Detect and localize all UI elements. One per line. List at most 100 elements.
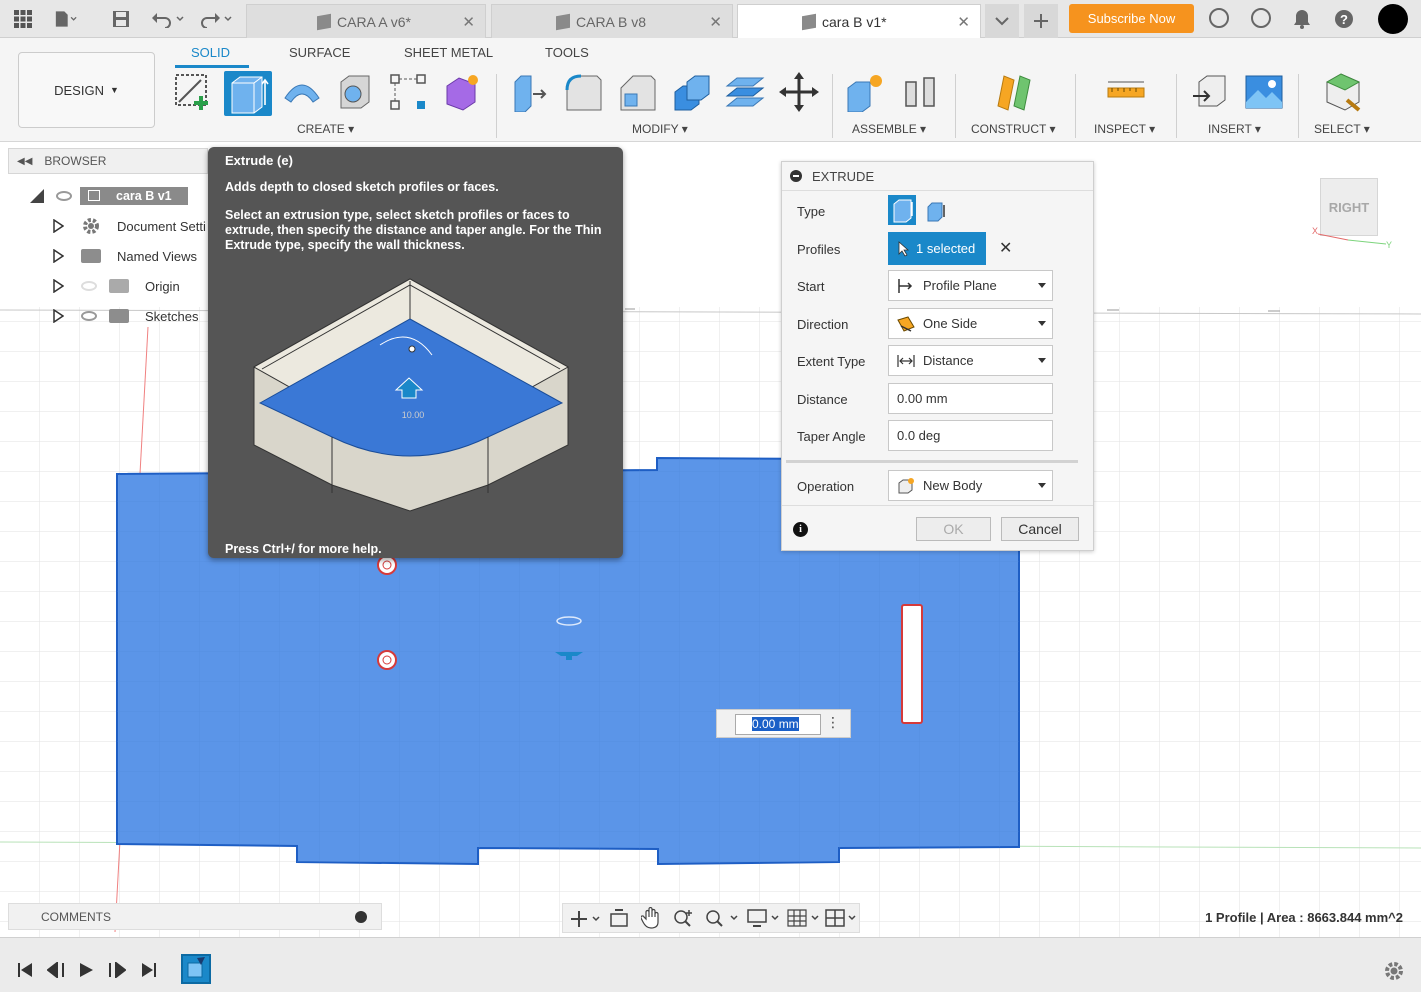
- type-solid-button[interactable]: [888, 195, 916, 225]
- play-icon[interactable]: [78, 962, 94, 978]
- inline-distance-input[interactable]: 0.00 mm: [735, 714, 821, 735]
- extrude-button[interactable]: [224, 71, 272, 116]
- close-icon[interactable]: ✕: [462, 13, 475, 31]
- collapse-dialog-icon[interactable]: [790, 170, 802, 182]
- browser-item-document-settings[interactable]: Document Setti: [53, 213, 208, 239]
- offset-face-icon[interactable]: [725, 72, 765, 112]
- browser-item-named-views[interactable]: Named Views: [53, 243, 208, 269]
- insert-image-icon[interactable]: [1244, 72, 1284, 112]
- tab-solid[interactable]: SOLID: [191, 45, 230, 60]
- combine-icon[interactable]: [671, 72, 711, 112]
- tab-surface[interactable]: SURFACE: [289, 45, 350, 60]
- collapse-icon[interactable]: ◀◀: [17, 156, 32, 167]
- pan-icon[interactable]: [641, 907, 661, 929]
- help-icon[interactable]: ?: [1333, 8, 1355, 30]
- create-form-icon[interactable]: [442, 72, 482, 112]
- operation-select[interactable]: New Body: [888, 470, 1053, 501]
- notifications-icon[interactable]: [1291, 8, 1313, 30]
- zoom-icon[interactable]: [673, 908, 695, 928]
- create-sketch-icon[interactable]: [173, 72, 213, 112]
- display-settings-icon[interactable]: [747, 908, 781, 928]
- document-tab-2[interactable]: CARA B v8 ✕: [491, 4, 733, 38]
- root-component[interactable]: cara B v1: [80, 187, 188, 205]
- workspace-switcher[interactable]: DESIGN ▼: [18, 52, 155, 128]
- browser-panel-header[interactable]: ◀◀ BROWSER: [8, 148, 208, 174]
- fillet-icon[interactable]: [563, 72, 603, 112]
- revolve-icon[interactable]: [282, 72, 322, 112]
- browser-root[interactable]: cara B v1: [30, 183, 208, 209]
- timeline-settings-gear-icon[interactable]: [1383, 960, 1405, 982]
- group-create[interactable]: CREATE ▾: [297, 122, 354, 136]
- file-icon[interactable]: [55, 8, 77, 30]
- start-select[interactable]: Profile Plane: [888, 270, 1053, 301]
- group-inspect[interactable]: INSPECT ▾: [1094, 122, 1155, 136]
- close-icon[interactable]: ✕: [957, 13, 970, 31]
- new-tab-icon[interactable]: [1024, 4, 1058, 38]
- expand-triangle-icon[interactable]: [53, 309, 64, 323]
- extent-type-select[interactable]: Distance: [888, 345, 1053, 376]
- tab-tools[interactable]: TOOLS: [545, 45, 589, 60]
- group-modify[interactable]: MODIFY ▾: [632, 122, 688, 136]
- undo-icon[interactable]: [150, 8, 188, 30]
- fit-icon[interactable]: [705, 908, 739, 928]
- avatar[interactable]: [1378, 4, 1408, 34]
- direction-select[interactable]: One Side: [888, 308, 1053, 339]
- cancel-button[interactable]: Cancel: [1001, 517, 1079, 541]
- subscribe-button[interactable]: Subscribe Now: [1069, 4, 1194, 33]
- extensions-icon[interactable]: [1209, 8, 1229, 28]
- new-component-icon[interactable]: [846, 72, 886, 112]
- distance-input[interactable]: 0.00 mm: [888, 383, 1053, 414]
- visibility-eye-icon[interactable]: [56, 191, 72, 201]
- expand-triangle-icon[interactable]: [53, 219, 64, 233]
- insert-derive-icon[interactable]: [1191, 72, 1231, 112]
- dialog-header[interactable]: EXTRUDE: [782, 162, 1093, 191]
- go-to-end-icon[interactable]: [141, 962, 157, 978]
- chamfer-icon[interactable]: [617, 72, 657, 112]
- look-at-icon[interactable]: [609, 908, 629, 928]
- tab-sheet-metal[interactable]: SHEET METAL: [404, 45, 493, 60]
- app-grid-icon[interactable]: [12, 8, 34, 30]
- taper-angle-input[interactable]: 0.0 deg: [888, 420, 1053, 451]
- move-icon[interactable]: [779, 72, 819, 112]
- step-forward-icon[interactable]: [108, 962, 126, 978]
- viewports-icon[interactable]: [825, 908, 859, 928]
- offset-plane-icon[interactable]: [994, 72, 1034, 112]
- expand-triangle-icon[interactable]: [53, 279, 64, 293]
- browser-item-origin[interactable]: Origin: [53, 273, 208, 299]
- group-select[interactable]: SELECT ▾: [1314, 122, 1370, 136]
- pattern-icon[interactable]: [388, 72, 428, 112]
- select-icon[interactable]: [1323, 72, 1363, 112]
- measure-icon[interactable]: [1106, 72, 1146, 112]
- orbit-icon[interactable]: [569, 909, 601, 929]
- thin-extrude-icon[interactable]: [924, 199, 948, 223]
- comments-panel[interactable]: COMMENTS: [8, 903, 382, 930]
- group-construct[interactable]: CONSTRUCT ▾: [971, 122, 1055, 136]
- visibility-eye-icon[interactable]: [81, 311, 97, 321]
- timeline-sketch-feature[interactable]: [181, 954, 211, 984]
- expand-triangle-icon[interactable]: [30, 189, 44, 203]
- go-to-start-icon[interactable]: [17, 962, 33, 978]
- clear-selection-icon[interactable]: ✕: [999, 238, 1012, 258]
- hidden-eye-icon[interactable]: [81, 281, 97, 291]
- document-tab-1[interactable]: CARA A v6* ✕: [246, 4, 486, 38]
- redo-icon[interactable]: [198, 8, 236, 30]
- close-icon[interactable]: ✕: [709, 13, 722, 31]
- add-comment-icon[interactable]: [355, 911, 367, 923]
- document-tab-3[interactable]: cara B v1* ✕: [737, 4, 981, 38]
- save-icon[interactable]: [110, 8, 132, 30]
- group-insert[interactable]: INSERT ▾: [1208, 122, 1261, 136]
- expand-triangle-icon[interactable]: [53, 249, 64, 263]
- profiles-selection-button[interactable]: 1 selected: [888, 232, 986, 265]
- more-options-icon[interactable]: ⋮: [826, 714, 840, 731]
- grid-settings-icon[interactable]: [787, 908, 821, 928]
- step-back-icon[interactable]: [47, 962, 65, 978]
- hole-icon[interactable]: [335, 72, 375, 112]
- ok-button[interactable]: OK: [916, 517, 991, 541]
- joint-icon[interactable]: [900, 72, 940, 112]
- press-pull-icon[interactable]: [509, 72, 549, 112]
- group-assemble[interactable]: ASSEMBLE ▾: [852, 122, 926, 136]
- tab-overflow-icon[interactable]: [985, 4, 1019, 38]
- info-icon[interactable]: i: [793, 522, 808, 537]
- job-status-icon[interactable]: [1251, 8, 1271, 28]
- browser-item-sketches[interactable]: Sketches: [53, 303, 208, 329]
